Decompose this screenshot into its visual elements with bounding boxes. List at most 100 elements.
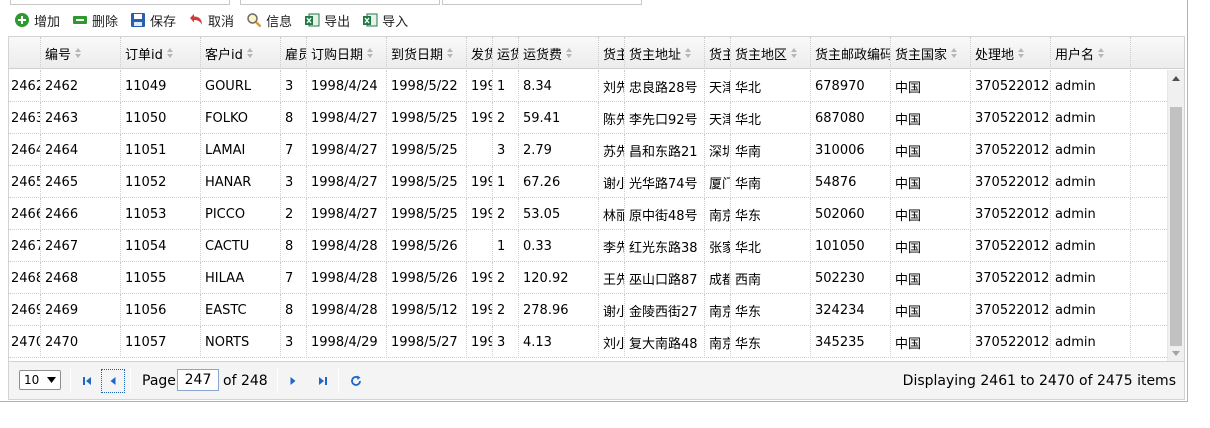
refresh-button[interactable]	[344, 369, 368, 393]
table-cell: 11051	[121, 134, 201, 166]
sort-icon	[75, 47, 82, 59]
column-header-label: 处理地	[975, 47, 1015, 63]
column-header-label: 订购日期	[311, 47, 364, 63]
save-label: 保存	[150, 14, 177, 30]
table-cell: 3	[281, 70, 307, 102]
table-cell: 光华路74号	[625, 166, 705, 198]
col-header-order-id[interactable]: 订单id	[121, 37, 201, 69]
table-cell: 3	[281, 166, 307, 198]
save-icon	[130, 12, 146, 28]
table-cell: 忠良路28号	[625, 70, 705, 102]
table-row[interactable]: 2468246811055HILAA71998/4/281998/5/26199…	[9, 262, 1167, 294]
table-cell: 324234	[811, 294, 891, 326]
table-cell: 678970	[811, 70, 891, 102]
table-cell: 1998/5/26	[387, 262, 467, 294]
table-cell: 李先口92号	[625, 102, 705, 134]
scroll-down-icon[interactable]	[1172, 351, 1180, 356]
import-label: 导入	[382, 14, 409, 30]
col-header-ship-date[interactable]: 发货日期	[467, 37, 493, 69]
next-page-button[interactable]	[281, 369, 305, 393]
sort-icon	[367, 47, 374, 59]
table-row[interactable]: 2463246311050FOLKO81998/4/271998/5/25199…	[9, 102, 1167, 134]
export-button[interactable]: 导出	[298, 8, 356, 32]
table-row[interactable]: 2464 2464 11051 LAMAI 7 1998/4/27 1998/5/25 3 2.…	[9, 134, 1167, 166]
table-cell: 370522012	[971, 230, 1051, 262]
table-cell: 120.92	[519, 262, 599, 294]
page-size-select[interactable]: 10	[19, 370, 61, 390]
first-page-button[interactable]	[75, 369, 99, 393]
table-row[interactable]: 2469246911056EASTC81998/4/281998/5/12199…	[9, 294, 1167, 326]
last-page-button[interactable]	[311, 369, 335, 393]
col-header-consignee-name[interactable]: 货主名称	[599, 37, 625, 69]
scroll-thumb[interactable]	[1170, 107, 1182, 346]
first-page-icon	[83, 377, 91, 385]
table-cell: 1998/5/26	[387, 230, 467, 262]
col-header-employee-id[interactable]: 雇员id	[281, 37, 307, 69]
top-field-2[interactable]	[240, 0, 440, 5]
table-cell: admin	[1051, 262, 1131, 294]
import-button[interactable]: 导入	[356, 8, 414, 32]
col-header-consignee-country[interactable]: 货主国家	[891, 37, 971, 69]
col-header-username[interactable]: 用户名	[1051, 37, 1131, 69]
col-header-handler[interactable]: 处理地	[971, 37, 1051, 69]
table-cell: 199	[467, 102, 493, 134]
table-cell: admin	[1051, 294, 1131, 326]
column-header-label: 发货日期	[471, 47, 492, 63]
table-row[interactable]: 2470247011057NORTS31998/4/291998/5/27199…	[9, 326, 1167, 358]
page-number-input[interactable]: 247	[177, 369, 219, 391]
table-cell: 11050	[121, 102, 201, 134]
table-cell: admin	[1051, 198, 1131, 230]
table-cell: 刘先	[599, 70, 625, 102]
delete-button[interactable]: 删除	[66, 8, 124, 32]
remove-icon	[72, 12, 88, 28]
table-cell: 8	[281, 294, 307, 326]
scroll-up-icon[interactable]	[1172, 76, 1180, 81]
col-header-consignee-region[interactable]: 货主地区	[731, 37, 811, 69]
table-cell: 南京	[705, 198, 731, 230]
table-cell: 林丽	[599, 198, 625, 230]
vertical-scrollbar[interactable]	[1167, 70, 1184, 361]
table-cell: 11052	[121, 166, 201, 198]
table-row[interactable]: 2467 2467 11054 CACTU 8 1998/4/28 1998/5/26 1 0.…	[9, 230, 1167, 262]
table-cell: admin	[1051, 102, 1131, 134]
add-button[interactable]: 增加	[8, 8, 66, 32]
table-cell: 1998/5/12	[387, 294, 467, 326]
info-button[interactable]: 信息	[240, 8, 298, 32]
table-cell: 原中街48号	[625, 198, 705, 230]
col-header-consignee-postcode[interactable]: 货主邮政编码	[811, 37, 891, 69]
page-size-value: 10	[24, 373, 40, 387]
table-cell: PICCO	[201, 198, 281, 230]
table-row[interactable]: 2465246511052HANAR31998/4/271998/5/25199…	[9, 166, 1167, 198]
col-header-arrival-date[interactable]: 到货日期	[387, 37, 467, 69]
prev-page-button[interactable]	[101, 369, 125, 393]
column-header-label: 货主国家	[895, 47, 948, 63]
table-cell: 1998/5/27	[387, 326, 467, 358]
table-cell: 厦门	[705, 166, 731, 198]
page-footer-strip	[0, 402, 1188, 428]
table-cell: 华北	[731, 70, 811, 102]
col-header-consignee-city[interactable]: 货主城市	[705, 37, 731, 69]
save-button[interactable]: 保存	[124, 8, 182, 32]
sort-icon	[951, 47, 958, 59]
col-header-order-date[interactable]: 订购日期	[307, 37, 387, 69]
table-cell: 1998/4/28	[307, 294, 387, 326]
col-header-customer-id[interactable]: 客户id	[201, 37, 281, 69]
table-cell: 苏先	[599, 134, 625, 166]
table-cell: 华东	[731, 294, 811, 326]
table-cell: 刘小	[599, 326, 625, 358]
row-number-cell: 2465	[9, 166, 41, 198]
cancel-label: 取消	[208, 14, 235, 30]
top-field-3[interactable]	[442, 0, 642, 5]
table-cell: 红光东路38	[625, 230, 705, 262]
table-cell: 0.33	[519, 230, 599, 262]
table-row[interactable]: 2466246611053PICCO21998/4/271998/5/25199…	[9, 198, 1167, 230]
column-header-label: 货主城市	[709, 47, 730, 63]
table-row[interactable]: 2462246211049GOURL31998/4/241998/5/22199…	[9, 70, 1167, 102]
col-header-freight[interactable]: 运货费	[519, 37, 599, 69]
top-field-1[interactable]	[10, 0, 230, 5]
table-cell: admin	[1051, 230, 1131, 262]
col-header-shipper[interactable]: 运货商	[493, 37, 519, 69]
col-header-id[interactable]: 编号	[41, 37, 121, 69]
col-header-consignee-address[interactable]: 货主地址	[625, 37, 705, 69]
cancel-button[interactable]: 取消	[182, 8, 240, 32]
